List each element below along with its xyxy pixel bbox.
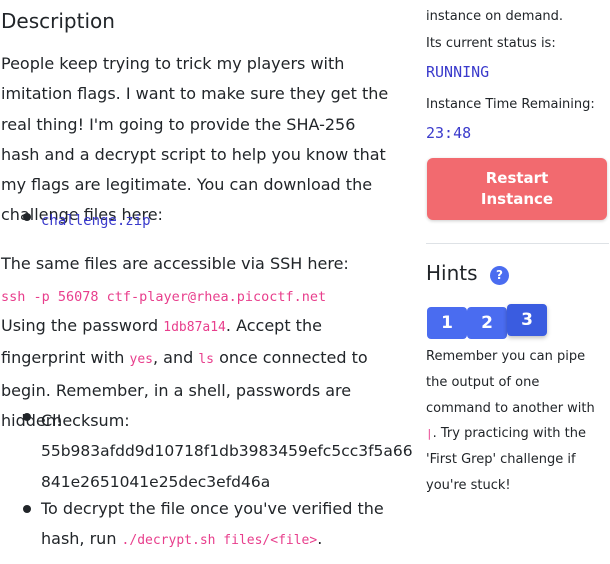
checksum-item: Checksum: 55b983afdd9d10718f1db3983459ef… <box>41 406 413 497</box>
restart-label-1: Restart <box>485 169 549 187</box>
restart-label-2: Instance <box>480 190 554 208</box>
hint-text-end: . Try practicing with the 'First Grep' c… <box>426 426 586 493</box>
bullet-dot <box>23 505 31 513</box>
yes-code: yes <box>129 352 153 368</box>
status-value: RUNNING <box>426 63 490 81</box>
checksum-label: Checksum: <box>41 411 130 430</box>
divider <box>426 243 609 244</box>
restart-instance-button[interactable]: Restart Instance <box>427 158 607 220</box>
pipe-code: | <box>426 427 433 441</box>
ssh-intro: The same files are accessible via SSH he… <box>1 254 349 273</box>
decrypt-command: ./decrypt.sh files/<file> <box>121 533 318 549</box>
password-code: 1db87a14 <box>163 320 226 335</box>
decrypt-item: To decrypt the file once you've verified… <box>41 494 391 557</box>
ls-code: ls <box>198 352 215 368</box>
instance-text: instance on demand. <box>426 9 564 24</box>
help-icon[interactable]: ? <box>490 266 509 285</box>
download-item: challenge.zip <box>41 210 151 229</box>
checksum-line-2: 841e2651041e25dec3efd46a <box>41 472 271 491</box>
password-prefix: Using the password <box>1 316 164 335</box>
hint-tab-2[interactable]: 2 <box>467 307 507 339</box>
bullet-dot <box>23 413 31 421</box>
time-remaining: 23:48 <box>426 124 472 142</box>
checksum-line-1: 55b983afdd9d10718f1db3983459efc5cc3f5a66 <box>41 442 413 461</box>
hint-content: Remember you can pipe the output of one … <box>426 344 608 499</box>
bullet-dot <box>23 213 31 221</box>
intro-text: People keep trying to trick my players w… <box>1 54 389 225</box>
hint-text: Remember you can pipe the output of one … <box>426 349 595 416</box>
hints-title: Hints <box>426 261 478 285</box>
intro-paragraph: People keep trying to trick my players w… <box>1 49 396 231</box>
time-label: Instance Time Remaining: <box>426 97 595 112</box>
section-heading: Description <box>1 9 115 33</box>
ssh-command: ssh -p 56078 ctf-player@rhea.picoctf.net <box>1 289 327 305</box>
challenge-zip-link[interactable]: challenge.zip <box>41 213 151 229</box>
hint-tab-1[interactable]: 1 <box>427 307 467 339</box>
status-label: Its current status is: <box>426 36 556 51</box>
and-text: , and <box>153 348 199 368</box>
decrypt-suffix: . <box>317 529 323 549</box>
hint-tab-3[interactable]: 3 <box>507 304 547 336</box>
